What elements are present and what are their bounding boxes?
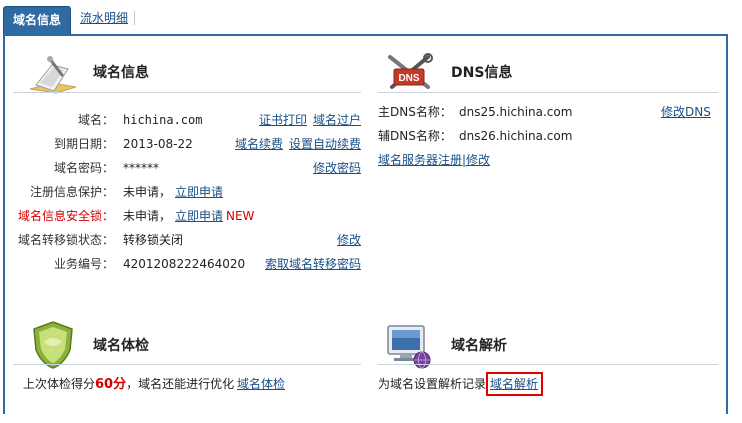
get-transfer-code-link[interactable]: 索取域名转移密码 — [265, 256, 361, 272]
new-badge: NEW — [226, 209, 255, 223]
secondary-dns-label: 辅DNS名称： — [378, 129, 452, 143]
domain-password-value: ****** — [123, 161, 159, 175]
expiry-date-value: 2013-08-22 — [123, 137, 193, 151]
dns-info-title: DNS信息 — [451, 65, 513, 81]
dns-info-divider — [378, 92, 718, 93]
health-check-link[interactable]: 域名体检 — [237, 376, 285, 392]
health-check-title: 域名体检 — [93, 338, 149, 354]
domain-info-title: 域名信息 — [93, 65, 149, 81]
order-number-value: 4201208222464020 — [123, 257, 246, 271]
health-check-text-after: ，域名还能进行优化 — [126, 377, 235, 391]
primary-dns-value: dns25.hichina.com — [459, 105, 573, 119]
domain-info-divider — [13, 92, 361, 93]
primary-dns-label: 主DNS名称： — [378, 105, 452, 119]
health-check-divider — [13, 364, 361, 365]
privacy-protection-value: 未申请， — [123, 185, 172, 199]
certificate-print-link[interactable]: 证书打印 — [259, 112, 307, 128]
resolution-link[interactable]: 域名解析 — [490, 376, 538, 392]
health-check-text-before: 上次体检得分 — [23, 377, 96, 391]
domain-transfer-out-link[interactable]: 域名过户 — [313, 112, 361, 128]
domain-password-label: 域名密码： — [53, 161, 114, 175]
resolution-divider — [378, 364, 718, 365]
security-lock-apply-link[interactable]: 立即申请 — [175, 208, 223, 224]
secondary-dns-value: dns26.hichina.com — [459, 129, 573, 143]
auto-renew-link[interactable]: 设置自动续费 — [289, 136, 361, 152]
tab-domain-info[interactable]: 域名信息 — [3, 6, 71, 35]
privacy-protection-label: 注册信息保护： — [29, 185, 114, 199]
domain-label: 域名： — [77, 113, 114, 127]
domain-renew-link[interactable]: 域名续费 — [235, 136, 283, 152]
modify-dns-link[interactable]: 修改DNS — [661, 104, 711, 120]
health-check-score: 60分 — [95, 377, 127, 392]
transfer-lock-value: 转移锁关闭 — [123, 233, 184, 247]
dns-tools-icon: DNS — [388, 53, 433, 89]
domain-info-panel — [3, 34, 728, 414]
health-check-text: 上次体检得分60分，域名还能进行优化 — [23, 376, 234, 393]
resolution-title: 域名解析 — [451, 338, 507, 354]
transfer-lock-change-link[interactable]: 修改 — [337, 232, 361, 248]
expiry-date-label: 到期日期： — [53, 137, 114, 151]
security-lock-value: 未申请， — [123, 209, 172, 223]
nameserver-register-link[interactable]: 域名服务器注册|修改 — [378, 152, 490, 168]
security-lock-label: 域名信息安全锁： — [17, 209, 114, 223]
transfer-lock-label: 域名转移锁状态： — [17, 233, 114, 247]
tab-transaction-details[interactable]: 流水明细 — [80, 10, 128, 26]
resolution-text: 为域名设置解析记录 — [378, 377, 487, 391]
tab-bar: 域名信息 流水明细 — [0, 0, 742, 35]
tab-divider — [134, 11, 135, 25]
order-number-label: 业务编号： — [53, 257, 114, 271]
privacy-apply-link[interactable]: 立即申请 — [175, 184, 223, 200]
dns-icon-text: DNS — [398, 73, 419, 84]
change-password-link[interactable]: 修改密码 — [313, 160, 361, 176]
domain-value: hichina.com — [123, 113, 203, 127]
shield-check-icon — [33, 321, 73, 369]
